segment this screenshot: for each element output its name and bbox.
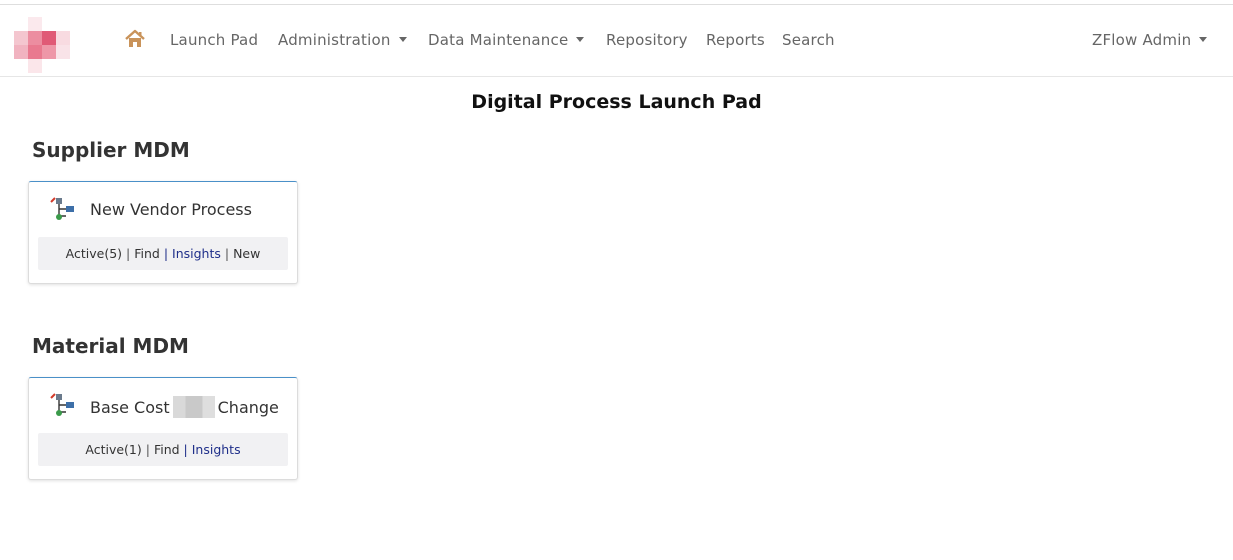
redacted-block bbox=[172, 396, 215, 418]
card-title: New Vendor Process bbox=[90, 200, 252, 219]
nav-data-maintenance-dropdown[interactable]: Data Maintenance bbox=[428, 31, 585, 49]
find-link[interactable]: Find bbox=[134, 246, 160, 261]
caret-down-icon bbox=[576, 37, 585, 42]
nav-administration-dropdown[interactable]: Administration bbox=[278, 31, 407, 49]
active-link[interactable]: Active(5) bbox=[66, 246, 122, 261]
nav-label: Reports bbox=[706, 31, 765, 49]
new-link[interactable]: New bbox=[233, 246, 260, 261]
nav-reports[interactable]: Reports bbox=[706, 31, 765, 49]
user-menu-dropdown[interactable]: ZFlow Admin bbox=[1092, 31, 1208, 49]
nav-launch-pad[interactable]: Launch Pad bbox=[170, 31, 258, 49]
nav-search[interactable]: Search bbox=[782, 31, 835, 49]
logo-icon[interactable] bbox=[10, 17, 70, 73]
card-title-part: Change bbox=[217, 398, 279, 417]
nav-label: Search bbox=[782, 31, 835, 49]
nav-label: Data Maintenance bbox=[428, 31, 569, 49]
process-flow-icon bbox=[50, 197, 74, 220]
insights-link[interactable]: | Insights bbox=[164, 246, 221, 261]
caret-down-icon bbox=[1199, 37, 1208, 42]
insights-label: Insights bbox=[191, 442, 241, 457]
card-title: Base Cost Change bbox=[90, 396, 279, 418]
nav-label: Administration bbox=[278, 31, 391, 49]
nav-repository[interactable]: Repository bbox=[606, 31, 688, 49]
process-flow-icon bbox=[50, 393, 74, 416]
top-navbar: Launch Pad Administration Data Maintenan… bbox=[0, 4, 1233, 77]
insights-label: Insights bbox=[172, 246, 221, 261]
process-card-base-cost-change: Base Cost Change Active(1) | Find | Insig… bbox=[28, 377, 298, 480]
home-icon[interactable] bbox=[124, 29, 146, 49]
page-title: Digital Process Launch Pad bbox=[471, 91, 762, 113]
user-name: ZFlow Admin bbox=[1092, 31, 1192, 49]
separator: | bbox=[224, 246, 234, 261]
section-title-supplier-mdm: Supplier MDM bbox=[32, 138, 190, 162]
active-link[interactable]: Active(1) bbox=[85, 442, 141, 457]
separator: | bbox=[126, 246, 135, 261]
process-card-new-vendor: New Vendor Process Active(5) | Find | In… bbox=[28, 181, 298, 284]
caret-down-icon bbox=[398, 37, 407, 42]
nav-label: Repository bbox=[606, 31, 688, 49]
separator: | bbox=[145, 442, 154, 457]
card-title-part: Base Cost bbox=[90, 398, 170, 417]
find-link[interactable]: Find bbox=[154, 442, 180, 457]
card-actions: Active(5) | Find | Insights | New bbox=[38, 237, 288, 270]
card-actions: Active(1) | Find | Insights bbox=[38, 433, 288, 466]
insights-link[interactable]: | Insights bbox=[184, 442, 241, 457]
nav-label: Launch Pad bbox=[170, 31, 259, 49]
section-title-material-mdm: Material MDM bbox=[32, 334, 189, 358]
